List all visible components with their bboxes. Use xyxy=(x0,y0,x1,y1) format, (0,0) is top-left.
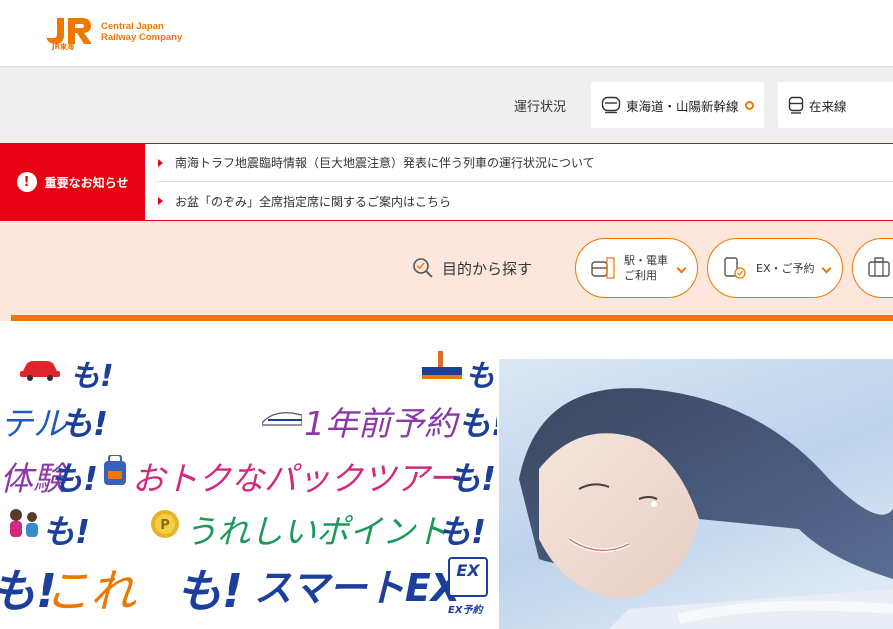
banner-mo: も! xyxy=(458,404,497,443)
banner-mo: も! xyxy=(42,512,91,551)
banner-mo: も! xyxy=(176,564,243,618)
banner-mo: も! xyxy=(50,459,99,498)
station-train-text: 駅・電車 ご利用 xyxy=(624,253,668,283)
ex-badge: EX xyxy=(448,557,488,597)
backpack-icon xyxy=(104,455,126,485)
important-notice-tag: ! 重要なお知らせ xyxy=(0,144,145,220)
purpose-search-section: 目的から探す 駅・電車 ご利用 EX・ご予約 xyxy=(0,221,893,544)
banner-mo: も! xyxy=(60,404,109,443)
notice-link-earthquake[interactable]: 南海トラフ地震臨時情報（巨大地震注意）発表に伴う列車の運行状況について xyxy=(156,144,893,182)
operation-status-bar: 運行状況 東海道・山陽新幹線 在来線 xyxy=(0,67,893,143)
exclamation-icon: ! xyxy=(16,172,37,192)
banner-happy-points: うれしいポイント xyxy=(184,512,448,551)
banner-mo: も! xyxy=(438,512,487,551)
train-icon xyxy=(788,96,804,114)
important-notice-section: ! 重要なお知らせ 南海トラフ地震臨時情報（巨大地震注意）発表に伴う列車の運行状… xyxy=(0,143,893,221)
smart-ex-banner[interactable]: も! も テル も! 1年前予約 も! 体験 も! おトクなパックツアー も! xyxy=(0,345,497,629)
point-coin-icon: P xyxy=(151,510,179,538)
surfboard-icon xyxy=(422,351,462,379)
chevron-down-icon xyxy=(821,263,832,273)
svg-text:P: P xyxy=(160,518,170,533)
notice-text: お盆「のぞみ」全席指定席に関するご案内はこちら xyxy=(175,194,452,209)
shinkansen-status-label: 東海道・山陽新幹線 xyxy=(626,98,739,114)
notice-text: 南海トラフ地震臨時情報（巨大地震注意）発表に伴う列車の運行状況について xyxy=(175,156,595,170)
conventional-line-status-button[interactable]: 在来線 xyxy=(778,82,893,128)
logo-subtitle: JR東海 xyxy=(52,43,74,51)
shinkansen-train-icon xyxy=(262,412,302,426)
purpose-search-label: 目的から探す xyxy=(442,259,533,278)
ex-reservation-button[interactable]: EX・ご予約 xyxy=(707,238,843,298)
shinkansen-icon xyxy=(601,96,621,114)
car-icon xyxy=(20,361,60,381)
banner-hotel: テル xyxy=(0,404,66,443)
operation-status-label: 運行状況 xyxy=(514,100,567,115)
banner-package-tour: おトクなパックツアー xyxy=(132,459,461,498)
banner-mo: も! xyxy=(70,359,114,394)
hero-banner[interactable]: も! も テル も! 1年前予約 も! 体験 も! おトクなパックツアー も! xyxy=(0,345,893,629)
ex-reservation-label: EX・ご予約 xyxy=(756,261,815,275)
shinkansen-status-button[interactable]: 東海道・山陽新幹線 xyxy=(591,82,764,128)
suitcase-icon xyxy=(868,257,890,277)
ex-reservation-icon xyxy=(724,257,746,279)
company-name-line2: Railway Company xyxy=(101,32,183,43)
family-icon xyxy=(10,509,38,537)
arrow-right-icon xyxy=(158,197,163,205)
site-header: JR東海 Central Japan Railway Company xyxy=(0,0,893,67)
conventional-line-status-label: 在来線 xyxy=(809,98,847,114)
banner-smart-ex: スマートEX xyxy=(254,566,461,610)
ex-badge-text: EX xyxy=(456,561,480,580)
notice-link-nozomi[interactable]: お盆「のぞみ」全席指定席に関するご案内はこちら xyxy=(156,182,893,220)
company-name-line1: Central Japan xyxy=(101,21,164,32)
banner-this: これ xyxy=(44,564,136,618)
banner-advance-reservation: 1年前予約 xyxy=(304,404,457,443)
company-name: Central Japan Railway Company xyxy=(101,21,182,43)
station-train-icon xyxy=(591,257,615,279)
menu-divider-bar xyxy=(11,315,893,321)
banner-photo xyxy=(499,359,893,629)
ex-yoyaku-label: EX予約 xyxy=(448,605,483,616)
important-notice-label: 重要なお知らせ xyxy=(44,175,129,190)
travel-button[interactable] xyxy=(852,238,893,298)
purpose-search-heading: 目的から探す xyxy=(412,257,532,279)
station-train-line1: 駅・電車 xyxy=(624,254,668,267)
banner-mo: も xyxy=(465,359,495,394)
chevron-down-icon xyxy=(676,263,687,273)
station-train-line2: ご利用 xyxy=(624,269,657,282)
status-normal-icon xyxy=(744,100,754,110)
search-icon xyxy=(413,258,433,278)
woman-portrait-image xyxy=(519,388,893,629)
arrow-right-icon xyxy=(158,158,163,167)
banner-mo: も! xyxy=(448,459,497,498)
station-train-button[interactable]: 駅・電車 ご利用 xyxy=(575,238,698,298)
